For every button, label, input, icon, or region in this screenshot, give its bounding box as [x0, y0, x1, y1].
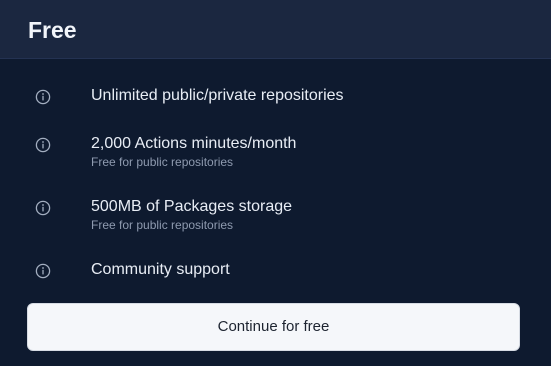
pricing-card: Free Unlimited public/private repositori…: [0, 0, 551, 366]
feature-title: 2,000 Actions minutes/month: [91, 135, 297, 152]
feature-title: Community support: [91, 261, 230, 278]
feature-title: Unlimited public/private repositories: [91, 87, 344, 104]
info-icon[interactable]: [35, 263, 51, 279]
info-icon[interactable]: [35, 89, 51, 105]
plan-header: Free: [0, 0, 551, 59]
info-icon[interactable]: [35, 200, 51, 216]
feature-subtitle: Free for public repositories: [91, 155, 234, 169]
feature-title: 500MB of Packages storage: [91, 198, 293, 215]
info-icon[interactable]: [35, 137, 51, 153]
feature-subtitle: Free for public repositories: [91, 218, 234, 232]
plan-title: Free: [28, 17, 77, 43]
continue-for-free-button[interactable]: Continue for free: [27, 303, 520, 351]
